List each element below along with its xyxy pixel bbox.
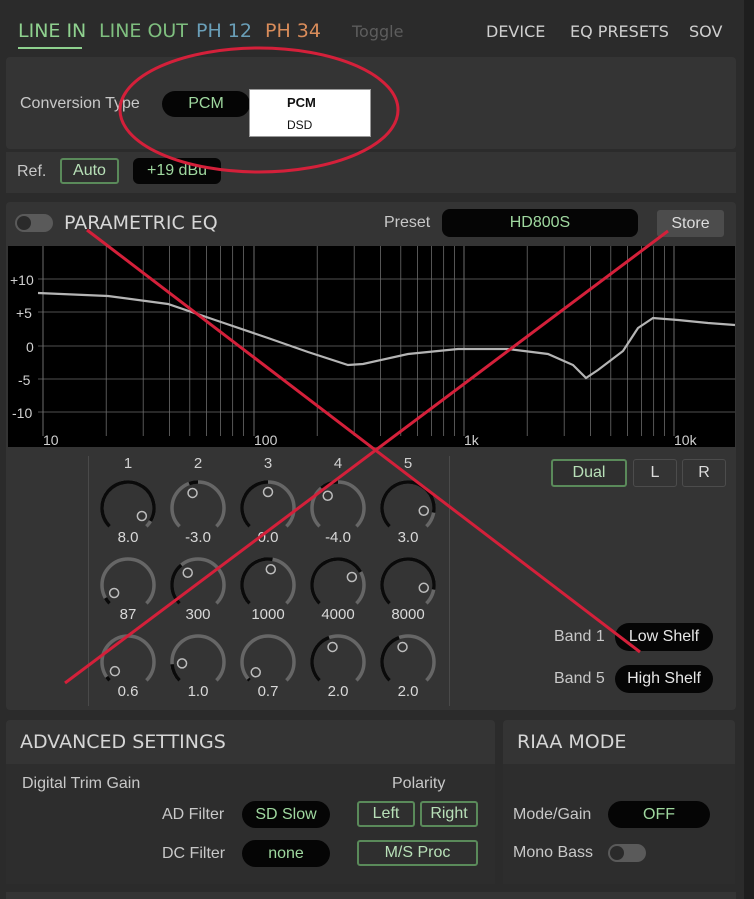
band-3-freq-value: 1000	[251, 606, 285, 623]
x-tick-10k: 10k	[674, 432, 698, 447]
band-number-4: 4	[333, 455, 343, 472]
band-4-gain-value: -4.0	[325, 529, 351, 546]
tab-line-in-underline	[18, 47, 82, 49]
band-5-freq-value: 8000	[391, 606, 425, 623]
mode-gain-label: Mode/Gain	[513, 806, 592, 823]
band-2-freq-value: 300	[185, 606, 211, 623]
store-button[interactable]: Store	[657, 210, 724, 237]
dc-filter-select[interactable]: none	[242, 840, 330, 867]
x-tick-10: 10	[43, 432, 59, 447]
right-edge-sliver	[744, 0, 754, 899]
y-tick-0: 0	[26, 339, 34, 355]
dropdown-option-dsd[interactable]: DSD	[287, 118, 312, 132]
dual-button[interactable]: Dual	[551, 459, 627, 487]
polarity-right-button[interactable]: Right	[420, 801, 478, 827]
dc-filter-label: DC Filter	[162, 845, 226, 862]
x-tick-1k: 1k	[464, 432, 480, 447]
peq-toggle[interactable]	[15, 214, 53, 232]
bottom-strip	[6, 892, 736, 899]
ad-filter-select[interactable]: SD Slow	[242, 801, 330, 828]
right-button[interactable]: R	[682, 459, 726, 487]
peq-title: PARAMETRIC EQ	[64, 212, 218, 234]
ref-label: Ref.	[17, 163, 47, 180]
nav-sov[interactable]: SOV	[689, 22, 722, 41]
conversion-dropdown: PCM DSD	[249, 89, 371, 137]
mode-gain-select[interactable]: OFF	[608, 801, 710, 828]
conversion-type-label: Conversion Type	[20, 95, 140, 112]
left-button[interactable]: L	[633, 459, 677, 487]
y-tick-p10: +10	[10, 272, 34, 288]
band-4-freq-value: 4000	[321, 606, 355, 623]
polarity-label: Polarity	[392, 775, 446, 792]
conversion-type-select[interactable]: PCM	[162, 91, 250, 117]
trim-gain-label: Digital Trim Gain	[22, 775, 141, 792]
band1-type-select[interactable]: Low Shelf	[615, 623, 713, 651]
y-tick-m5: -5	[18, 372, 31, 388]
band-1-q-value: 0.6	[117, 683, 139, 700]
eq-graph[interactable]: +10 +5 0 -5 -10 10 100 1k 10k	[8, 246, 735, 447]
band1-label: Band 1	[554, 628, 605, 645]
advanced-title: ADVANCED SETTINGS	[20, 731, 226, 753]
top-nav: LINE IN LINE OUT PH 12 PH 34 Toggle DEVI…	[0, 0, 754, 52]
band-2-q-value: 1.0	[187, 683, 209, 700]
band-5-q-value: 2.0	[397, 683, 419, 700]
preset-label: Preset	[384, 214, 431, 231]
knob-area-left-divider	[88, 456, 89, 706]
knob-area-right-divider	[449, 456, 450, 706]
band-2-gain-value: -3.0	[185, 529, 211, 546]
y-tick-p5: +5	[16, 305, 32, 321]
band-number-5: 5	[403, 455, 413, 472]
nav-device[interactable]: DEVICE	[486, 22, 545, 41]
mono-bass-label: Mono Bass	[513, 844, 594, 861]
x-tick-100: 100	[254, 432, 278, 447]
band-3-q-value: 0.7	[257, 683, 279, 700]
band-1-freq-value: 87	[119, 606, 137, 623]
band-3-gain-value: 0.0	[257, 529, 279, 546]
band-number-1: 1	[123, 455, 133, 472]
riaa-title: RIAA MODE	[517, 731, 627, 753]
ref-value[interactable]: +19 dBu	[133, 158, 221, 184]
ref-auto-button[interactable]: Auto	[60, 158, 119, 184]
band-number-2: 2	[193, 455, 203, 472]
dropdown-option-pcm[interactable]: PCM	[287, 95, 316, 110]
band5-type-select[interactable]: High Shelf	[615, 665, 713, 693]
tab-ph12[interactable]: PH 12	[196, 20, 252, 42]
band-4-q-value: 2.0	[327, 683, 349, 700]
band-5-gain-value: 3.0	[397, 529, 419, 546]
y-tick-m10: -10	[12, 405, 32, 421]
tab-toggle[interactable]: Toggle	[352, 22, 403, 41]
mono-bass-toggle[interactable]	[608, 844, 646, 862]
polarity-left-button[interactable]: Left	[357, 801, 415, 827]
tab-line-out[interactable]: LINE OUT	[99, 20, 188, 42]
band-number-3: 3	[263, 455, 273, 472]
tab-ph34[interactable]: PH 34	[265, 20, 321, 42]
tab-line-in[interactable]: LINE IN	[18, 20, 86, 42]
band5-label: Band 5	[554, 670, 605, 687]
band-1-gain-value: 8.0	[117, 529, 139, 546]
preset-select[interactable]: HD800S	[442, 209, 638, 237]
nav-eq-presets[interactable]: EQ PRESETS	[570, 22, 669, 41]
ad-filter-label: AD Filter	[162, 806, 225, 823]
ms-proc-button[interactable]: M/S Proc	[357, 840, 478, 866]
